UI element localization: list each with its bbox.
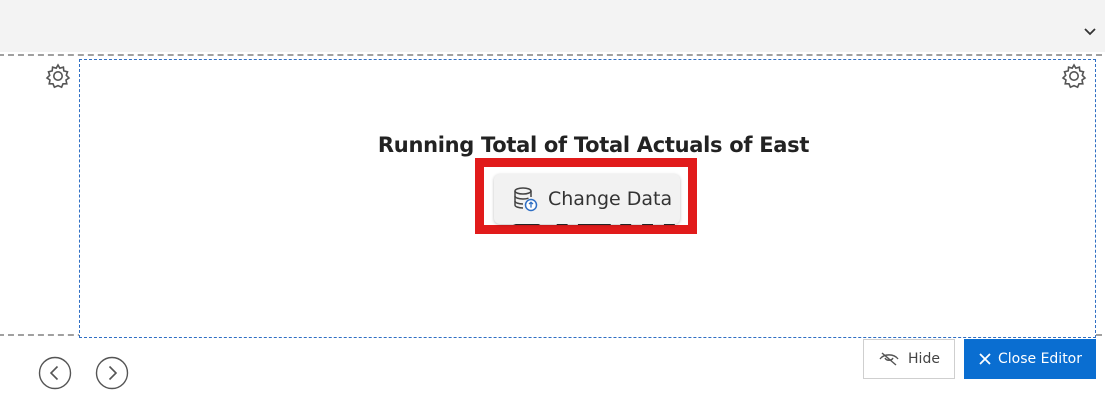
change-data-button[interactable]: Change Data	[494, 174, 680, 224]
hide-label: Hide	[908, 351, 940, 367]
database-icon	[514, 187, 538, 212]
eye-slash-icon	[879, 352, 899, 366]
chevron-right-circle-icon[interactable]	[95, 356, 129, 390]
chevron-down-icon[interactable]	[1083, 24, 1097, 38]
gear-icon[interactable]	[44, 62, 72, 90]
change-data-label: Change Data	[548, 188, 673, 210]
tile-title: Running Total of Total Actuals of East	[377, 133, 810, 157]
close-icon	[979, 353, 991, 365]
chevron-left-circle-icon[interactable]	[38, 356, 72, 390]
close-editor-label: Close Editor	[997, 351, 1083, 367]
top-toolbar	[0, 0, 1105, 52]
gear-icon[interactable]	[1060, 62, 1088, 90]
hide-button[interactable]: Hide	[863, 339, 955, 379]
close-editor-button[interactable]: Close Editor	[964, 339, 1096, 379]
